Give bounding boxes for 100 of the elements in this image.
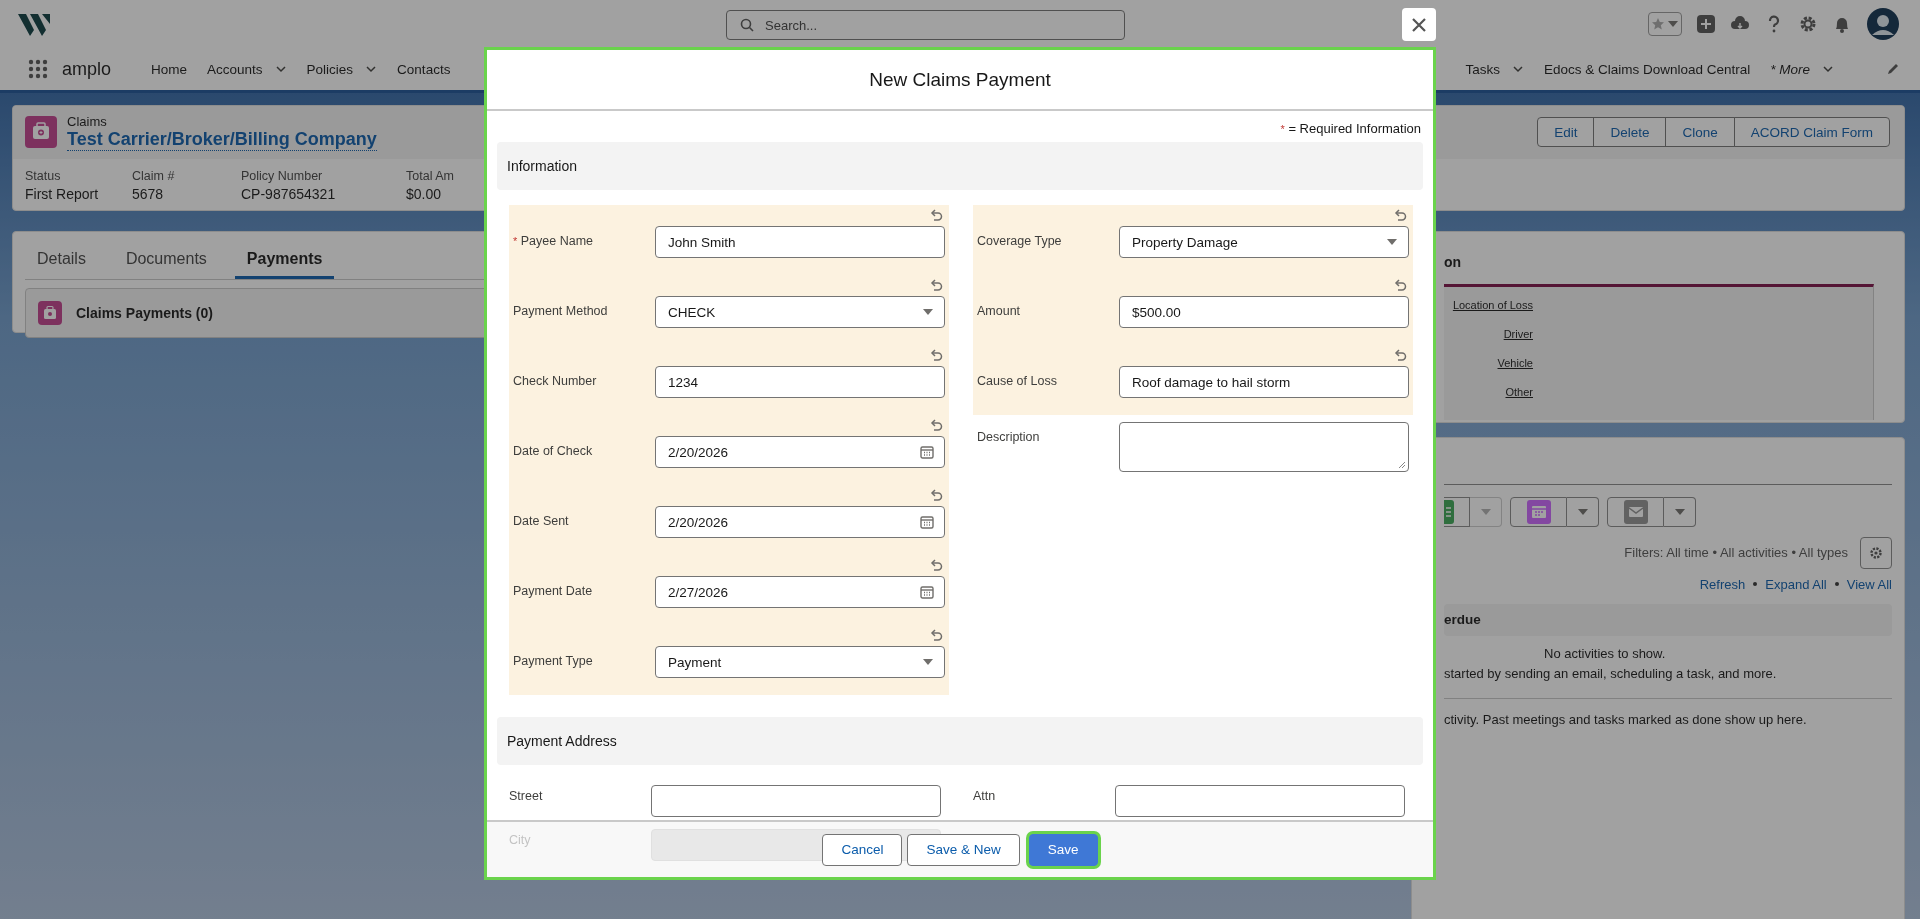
nav-item[interactable]: * More — [1770, 61, 1834, 77]
tab[interactable]: Payments — [234, 243, 335, 279]
chevron-down-icon — [1511, 63, 1524, 75]
past-activity-note: ctivity. Past meetings and tasks marked as done show up here. — [1444, 697, 1892, 727]
new-event-button[interactable] — [1510, 496, 1567, 527]
nav-item[interactable]: Home — [151, 61, 188, 77]
date-field[interactable]: 2/27/2026 — [655, 576, 945, 608]
undo-icon[interactable] — [1393, 278, 1407, 292]
dot-separator-icon — [1834, 582, 1839, 587]
nav-item[interactable]: Tasks — [1465, 61, 1524, 77]
select-field[interactable]: CHECK — [655, 296, 945, 328]
calendar-icon — [920, 445, 934, 459]
field-label: Policy Number — [241, 168, 324, 183]
field-label: Description — [977, 429, 1041, 444]
action-button[interactable]: ACORD Claim Form — [1733, 117, 1890, 148]
input-field[interactable] — [1115, 785, 1405, 817]
undo-icon[interactable] — [929, 558, 943, 572]
chevron-down-icon — [365, 63, 378, 75]
field-label: * Payee Name — [513, 233, 595, 248]
section-title: Payment Address — [507, 733, 617, 749]
action-button[interactable]: Edit — [1537, 117, 1595, 148]
field-label: Check Number — [513, 373, 598, 388]
action-button[interactable]: Delete — [1593, 117, 1667, 148]
text-area[interactable] — [1119, 422, 1409, 472]
chevron-down-icon — [1822, 63, 1834, 75]
field-label: Payment Method — [513, 303, 609, 318]
save-new-button[interactable]: Save & New — [907, 833, 1020, 866]
field-label: Attn — [973, 788, 997, 803]
email-button[interactable] — [1607, 496, 1664, 527]
nav-item[interactable]: Contacts — [397, 61, 451, 77]
field-value: $0.00 — [406, 185, 443, 202]
nav-item[interactable]: Accounts — [207, 61, 287, 77]
save-button[interactable]: Save — [1028, 833, 1098, 866]
field-label: Cause of Loss — [977, 373, 1058, 388]
cancel-button[interactable]: Cancel — [822, 833, 903, 866]
hint-text: started by sending an email, scheduling a task, and more. — [1444, 665, 1778, 681]
undo-icon[interactable] — [929, 348, 943, 362]
undo-icon[interactable] — [929, 418, 943, 432]
undo-icon[interactable] — [1393, 208, 1407, 222]
required-note: * = Required Information — [1279, 121, 1422, 136]
input-field[interactable]: Roof damage to hail storm — [1119, 366, 1409, 398]
app-name: amplo — [62, 58, 112, 80]
star-icon — [1651, 17, 1665, 31]
date-field[interactable]: 2/20/2026 — [655, 436, 945, 468]
dot-separator-icon — [1753, 582, 1758, 587]
list-icon — [1444, 499, 1454, 524]
nav-item[interactable]: Policies — [306, 61, 378, 77]
undo-icon[interactable] — [929, 208, 943, 222]
select-field[interactable]: Property Damage — [1119, 226, 1409, 258]
filter-summary: Filters: All time • All activities • All types — [1624, 545, 1848, 561]
briefcase-icon — [25, 116, 57, 149]
select-field[interactable]: Payment — [655, 646, 945, 678]
undo-icon[interactable] — [929, 488, 943, 502]
link[interactable]: Driver — [1503, 327, 1533, 340]
resize-handle-icon — [1398, 461, 1406, 469]
section-title: Information — [507, 158, 578, 174]
dropdown-button[interactable] — [1567, 496, 1599, 527]
section-header[interactable]: erdue — [1444, 603, 1892, 636]
link[interactable]: Expand All — [1765, 576, 1827, 592]
input-field[interactable]: $500.00 — [1119, 296, 1409, 328]
field-value: 5678 — [132, 185, 165, 202]
field-label: Street — [509, 788, 544, 803]
close-button[interactable] — [1402, 8, 1436, 41]
field-value: CP-987654321 — [241, 185, 337, 202]
tab[interactable]: Details — [37, 243, 86, 279]
link[interactable]: Refresh — [1699, 576, 1746, 592]
add-icon[interactable] — [1696, 14, 1716, 34]
new-task-button[interactable] — [1444, 496, 1470, 527]
record-title[interactable]: Test Carrier/Broker/Billing Company — [67, 129, 377, 151]
date-field[interactable]: 2/20/2026 — [655, 506, 945, 538]
link[interactable]: View All — [1846, 576, 1892, 592]
briefcase-icon — [38, 300, 62, 325]
link[interactable]: Location of Loss — [1452, 298, 1533, 311]
dropdown-button[interactable] — [1664, 496, 1696, 527]
undo-icon[interactable] — [1393, 348, 1407, 362]
calendar-icon — [920, 585, 934, 599]
tab[interactable]: Documents — [125, 243, 207, 279]
empty-message: No activities to show. — [1543, 645, 1667, 661]
avatar-icon[interactable] — [1866, 7, 1900, 41]
input-field[interactable] — [651, 785, 941, 817]
undo-icon[interactable] — [929, 278, 943, 292]
app-launcher-icon[interactable] — [28, 59, 48, 79]
link[interactable]: Vehicle — [1497, 356, 1533, 369]
settings-icon — [1869, 545, 1883, 560]
undo-icon[interactable] — [929, 628, 943, 642]
settings-icon[interactable] — [1798, 14, 1818, 34]
search-field[interactable]: Search... — [726, 10, 1125, 40]
link[interactable]: Other — [1505, 385, 1533, 398]
field-label: Date Sent — [513, 513, 570, 528]
field-label: Payment Date — [513, 583, 594, 598]
action-button[interactable]: Clone — [1665, 117, 1735, 148]
settings-button[interactable] — [1860, 536, 1892, 569]
nav-item[interactable]: Edocs & Claims Download Central — [1543, 61, 1751, 77]
field-value: First Report — [25, 185, 100, 202]
related-list-title[interactable]: Claims Payments (0) — [76, 304, 213, 321]
field-label: Payment Type — [513, 653, 594, 668]
field-label: Amount — [977, 303, 1022, 318]
input-field[interactable]: 1234 — [655, 366, 945, 398]
favorites-button[interactable] — [1648, 12, 1682, 36]
input-field[interactable]: John Smith — [655, 226, 945, 258]
